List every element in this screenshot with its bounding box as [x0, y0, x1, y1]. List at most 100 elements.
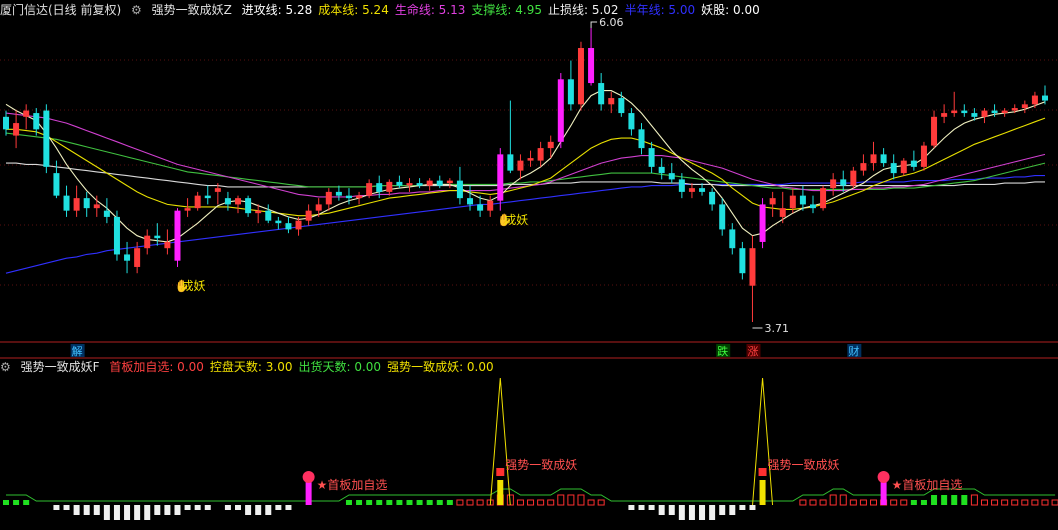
high-marker: [590, 21, 598, 28]
candle-body: [315, 204, 322, 211]
sub-bar: [719, 505, 726, 515]
candle-body: [840, 179, 847, 186]
candle-body: [779, 208, 786, 217]
sub-bar: [557, 494, 565, 506]
candle-body: [446, 180, 453, 184]
sub-bar: [255, 505, 262, 515]
candle-body: [598, 83, 605, 105]
sub-bar: [265, 505, 272, 515]
sub-bar: [53, 505, 60, 510]
candle-body: [497, 154, 504, 201]
sub-bar: [345, 500, 352, 505]
candle-body: [648, 148, 655, 167]
candle-body: [113, 216, 120, 255]
candle-body: [174, 210, 181, 261]
candle-body: [184, 208, 191, 211]
candle-body: [275, 220, 282, 224]
sub-bar: [749, 505, 756, 510]
candle-body: [456, 180, 463, 199]
sub-bar: [829, 494, 837, 506]
sub-bar: [859, 499, 867, 506]
sub-bar: [134, 505, 141, 520]
candle-body: [981, 110, 988, 117]
candle-body: [295, 220, 302, 230]
sub-bar: [688, 505, 695, 520]
sub-bar: [870, 499, 878, 506]
sub-bar: [285, 505, 292, 510]
candle-body: [345, 195, 352, 199]
candle-body: [688, 188, 695, 192]
sub-bar: [1031, 499, 1039, 506]
sub-bar: [547, 499, 555, 506]
chart-canvas[interactable]: 6.063.71✋成妖✋成妖解跌涨财★首板加自选强势一致成妖 强势一致成妖★首板加…: [0, 0, 1058, 530]
sub-bar: [839, 494, 847, 506]
candle-body: [557, 79, 564, 142]
sub-bar: [709, 505, 716, 520]
support-line: [5, 132, 1046, 190]
sub-bar: [910, 500, 917, 505]
sub-bar: [1051, 499, 1058, 506]
spike-bar: [759, 480, 766, 505]
candle-body: [517, 160, 524, 171]
sub-bar: [931, 495, 938, 505]
sub-bar: [3, 500, 9, 505]
candle-body: [961, 110, 968, 114]
sub-bar: [245, 505, 252, 515]
candle-body: [547, 141, 554, 149]
candle-body: [93, 204, 100, 209]
candle-body: [224, 198, 231, 205]
sub-bar: [628, 505, 635, 510]
candle-body: [719, 204, 726, 230]
candle-body: [830, 179, 837, 189]
candle-body: [386, 181, 393, 192]
sub-bar: [638, 505, 645, 510]
candle-body: [366, 183, 373, 196]
candle-body: [154, 235, 161, 239]
candle-body: [527, 158, 534, 161]
sub-bar: [113, 505, 120, 520]
candle-body: [376, 183, 383, 192]
candle-body: [245, 198, 252, 214]
candle-body: [467, 198, 474, 205]
first-board-icon: [877, 471, 890, 483]
sub-bar: [799, 499, 807, 506]
candle-body: [1011, 108, 1018, 111]
candle-body: [618, 98, 625, 114]
candle-body: [255, 210, 262, 214]
candle-body: [951, 110, 958, 114]
sub-bar: [356, 500, 363, 505]
sub-bar: [154, 505, 161, 515]
annotation-first-board: ★首板加自选: [317, 478, 388, 492]
candle-body: [33, 113, 40, 130]
candle-body: [789, 195, 796, 209]
candle-body: [638, 129, 645, 149]
candle-body: [1042, 95, 1048, 101]
bottom-mark-2: 涨: [747, 345, 758, 358]
candle-body: [124, 254, 131, 261]
sub-bar: [456, 499, 464, 506]
signal-label: 成妖: [181, 279, 205, 293]
sub-bar: [446, 500, 453, 505]
sub-bar: [63, 505, 70, 510]
signal-label: 成妖: [504, 213, 528, 227]
candle-body: [628, 113, 635, 130]
annotation-strong: 强势一致成妖: [768, 458, 840, 472]
sub-bar: [890, 499, 898, 506]
sub-bar: [93, 505, 100, 515]
candle-body: [850, 170, 857, 186]
candle-body: [73, 198, 80, 211]
candle-body: [880, 154, 887, 164]
sub-bar: [194, 505, 201, 510]
sub-bar: [941, 495, 948, 505]
candle-body: [588, 48, 595, 84]
candle-body: [577, 48, 584, 105]
first-board-icon: [302, 471, 315, 483]
candle-body: [699, 188, 706, 192]
first-board-bar: [305, 480, 312, 505]
candle-body: [729, 229, 736, 249]
candle-body: [709, 191, 716, 205]
sub-bar: [426, 500, 433, 505]
sub-bar: [961, 495, 968, 505]
annotation-first-board: ★首板加自选: [892, 478, 963, 492]
candle-body: [164, 241, 171, 249]
